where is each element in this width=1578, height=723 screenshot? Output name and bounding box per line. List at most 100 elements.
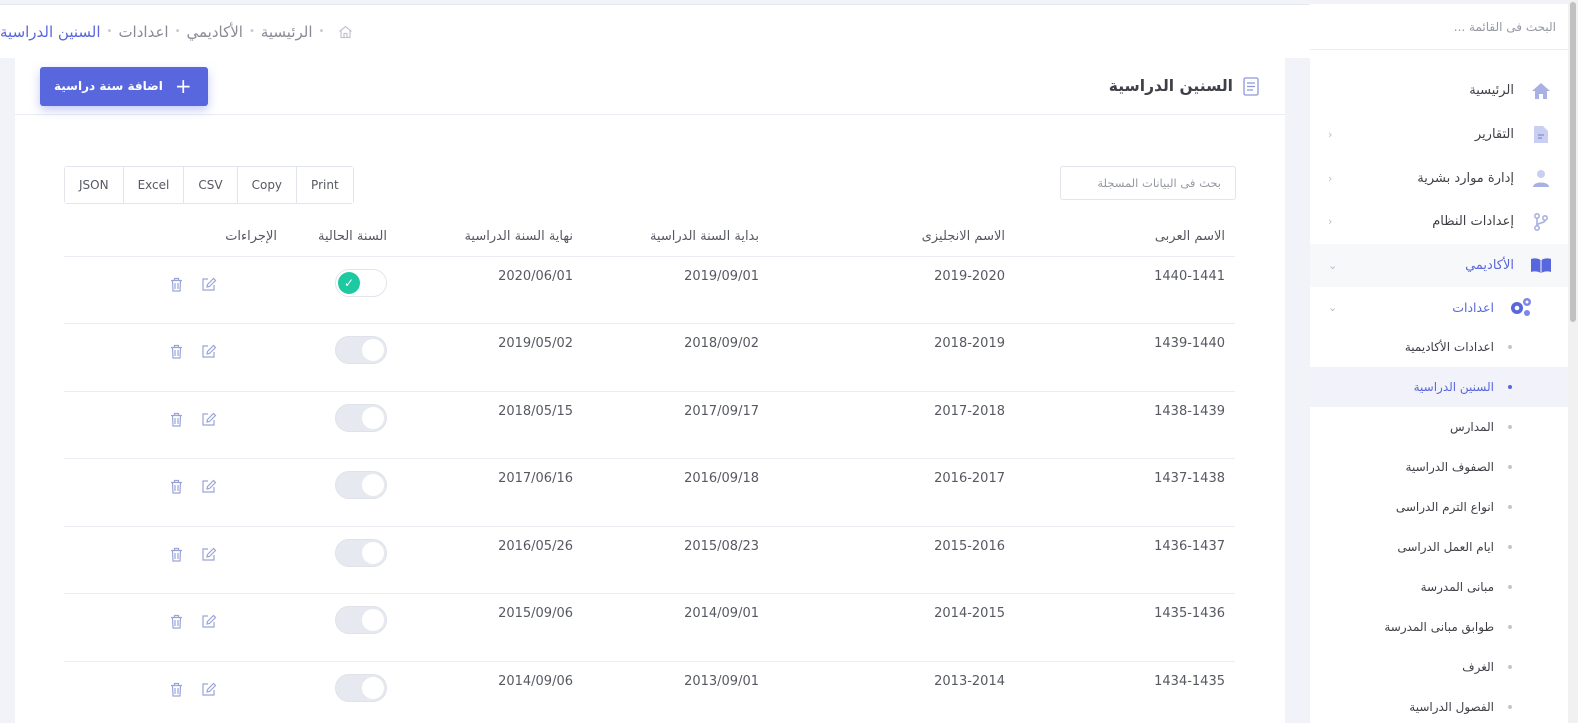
bullet-icon — [1508, 425, 1512, 430]
breadcrumb: • الرئيسية • الأكاديمي • اعدادات • السني… — [0, 23, 353, 41]
edit-icon[interactable] — [201, 277, 217, 292]
page-scrollbar[interactable] — [1568, 0, 1578, 723]
breadcrumb-academic[interactable]: الأكاديمي — [186, 23, 242, 41]
sidebar-subitem-buildings[interactable]: مبانى المدرسة — [1310, 567, 1568, 607]
sidebar-item-academic[interactable]: الأكاديمي ⌄ — [1310, 243, 1568, 288]
trash-icon[interactable] — [170, 682, 183, 697]
cell-actions — [64, 661, 287, 723]
edit-icon[interactable] — [201, 547, 217, 562]
row-actions — [170, 412, 217, 427]
cell-actions — [64, 323, 287, 392]
cell-arabic-name: 1434-1435 — [1015, 661, 1235, 723]
current-year-toggle[interactable] — [335, 538, 387, 567]
sidebar-subitem-label: ايام العمل الدراسى — [1397, 540, 1494, 555]
column-header-start-date[interactable]: بداية السنة الدراسية — [583, 218, 769, 257]
current-year-toggle[interactable] — [335, 606, 387, 634]
trash-icon[interactable] — [170, 412, 183, 427]
cell-end-date: 2017/06/16 — [397, 458, 583, 527]
file-icon — [1528, 125, 1554, 144]
sidebar-subitem-classes[interactable]: الفصول الدراسية — [1310, 687, 1568, 723]
cell-end-date: 2020/06/01 — [397, 256, 583, 324]
sidebar-item-home[interactable]: الرئيسية — [1310, 69, 1568, 113]
trash-icon[interactable] — [170, 547, 183, 562]
trash-icon[interactable] — [170, 344, 183, 359]
column-header-end-date[interactable]: نهاية السنة الدراسية — [397, 218, 583, 257]
sidebar-subitem-label: المدارس — [1449, 420, 1494, 435]
sidebar-subitem-schools[interactable]: المدارس — [1310, 407, 1568, 447]
cell-start-date: 2019/09/01 — [583, 256, 769, 324]
current-year-toggle[interactable] — [335, 471, 387, 499]
toggle-knob — [362, 541, 384, 564]
cell-current-year — [287, 391, 397, 459]
bullet-icon — [1508, 705, 1512, 710]
cell-current-year — [287, 526, 397, 594]
current-year-toggle[interactable] — [335, 673, 387, 702]
sidebar-search-input[interactable] — [1322, 19, 1556, 34]
card-header: السنين الدراسية + اضافة سنة دراسية — [15, 58, 1285, 115]
sidebar-subitem-work-days[interactable]: ايام العمل الدراسى — [1310, 527, 1568, 567]
cell-arabic-name: 1437-1438 — [1015, 458, 1235, 527]
cell-arabic-name: 1436-1437 — [1015, 526, 1235, 594]
add-academic-year-button[interactable]: + اضافة سنة دراسية — [40, 66, 208, 106]
sidebar-item-label: الأكاديمي — [1465, 258, 1514, 274]
cell-arabic-name: 1439-1440 — [1015, 323, 1235, 392]
breadcrumb-separator: • — [106, 26, 113, 37]
sidebar-subitem-rooms[interactable]: الغرف — [1310, 647, 1568, 687]
checkmark-icon: ✓ — [338, 271, 360, 294]
toggle-knob — [362, 474, 384, 496]
trash-icon[interactable] — [170, 277, 183, 292]
current-year-toggle[interactable] — [335, 403, 387, 432]
export-print-button[interactable]: Print — [296, 167, 353, 203]
cell-current-year — [287, 458, 397, 527]
breadcrumb-settings[interactable]: اعدادات — [118, 23, 168, 41]
cell-english-name: 2019-2020 — [769, 256, 1015, 324]
trash-icon[interactable] — [170, 614, 183, 629]
edit-icon[interactable] — [201, 412, 217, 427]
toggle-knob — [362, 339, 384, 361]
breadcrumb-home[interactable]: الرئيسية — [261, 23, 313, 41]
home-icon[interactable] — [338, 25, 353, 39]
sidebar-item-system-settings[interactable]: إعدادات النظام ‹ — [1310, 200, 1568, 244]
cell-english-name: 2016-2017 — [769, 458, 1015, 527]
scrollbar-thumb[interactable] — [1570, 2, 1576, 322]
edit-icon[interactable] — [201, 614, 217, 629]
trash-icon[interactable] — [170, 479, 183, 494]
sidebar-subitem-term-types[interactable]: انواع الترم الدراسى — [1310, 487, 1568, 527]
table-toolbar: JSON Excel CSV Copy Print — [64, 166, 1236, 206]
sidebar-subitem-grades[interactable]: الصفوف الدراسية — [1310, 447, 1568, 487]
book-icon — [1528, 257, 1554, 274]
table-row: 1437-1438 2016-2017 2016/09/18 2017/06/1… — [64, 458, 1235, 527]
sidebar-subitem-floors[interactable]: طوابق مبانى المدرسة — [1310, 607, 1568, 647]
sidebar-subitem-academic-years[interactable]: السنين الدراسية — [1310, 367, 1568, 408]
table-row: 1440-1441 2019-2020 2019/09/01 2020/06/0… — [64, 256, 1235, 324]
sidebar-subitem-academy-settings[interactable]: اعدادات الأكاديمية — [1310, 327, 1568, 367]
document-list-icon — [1243, 76, 1259, 96]
export-excel-button[interactable]: Excel — [122, 167, 184, 203]
sidebar-item-hr[interactable]: إدارة موارد بشرية ‹ — [1310, 156, 1568, 200]
submenu-settings[interactable]: اعدادات ⌄ — [1310, 287, 1568, 327]
table-search-input[interactable] — [1060, 166, 1236, 200]
edit-icon[interactable] — [201, 344, 217, 359]
sidebar-item-reports[interactable]: التقارير ‹ — [1310, 113, 1568, 157]
export-json-button[interactable]: JSON — [65, 167, 123, 203]
current-year-toggle[interactable]: ✓ — [335, 268, 387, 297]
sidebar-menu: الرئيسية التقارير ‹ إدارة موارد بشرية ‹ … — [1310, 50, 1568, 723]
table-row: 1438-1439 2017-2018 2017/09/17 2018/05/1… — [64, 391, 1235, 459]
cell-current-year — [287, 661, 397, 723]
column-header-english-name[interactable]: الاسم الانجليزى — [769, 218, 1015, 257]
table-row: 1435-1436 2014-2015 2014/09/01 2015/09/0… — [64, 593, 1235, 662]
edit-icon[interactable] — [201, 479, 217, 494]
export-copy-button[interactable]: Copy — [236, 167, 297, 203]
row-actions — [170, 547, 217, 562]
column-header-arabic-name[interactable]: الاسم العربى — [1015, 218, 1235, 257]
breadcrumb-separator: • — [248, 26, 255, 37]
column-header-current-year[interactable]: السنة الحالية — [287, 218, 397, 257]
cell-arabic-name: 1440-1441 — [1015, 256, 1235, 324]
table-header-row: الاسم العربى الاسم الانجليزى بداية السنة… — [64, 218, 1235, 257]
export-csv-button[interactable]: CSV — [183, 167, 237, 203]
edit-icon[interactable] — [201, 682, 217, 697]
cell-actions — [64, 256, 287, 324]
current-year-toggle[interactable] — [335, 336, 387, 364]
breadcrumb-current[interactable]: السنين الدراسية — [0, 23, 101, 41]
cell-english-name: 2014-2015 — [769, 593, 1015, 662]
